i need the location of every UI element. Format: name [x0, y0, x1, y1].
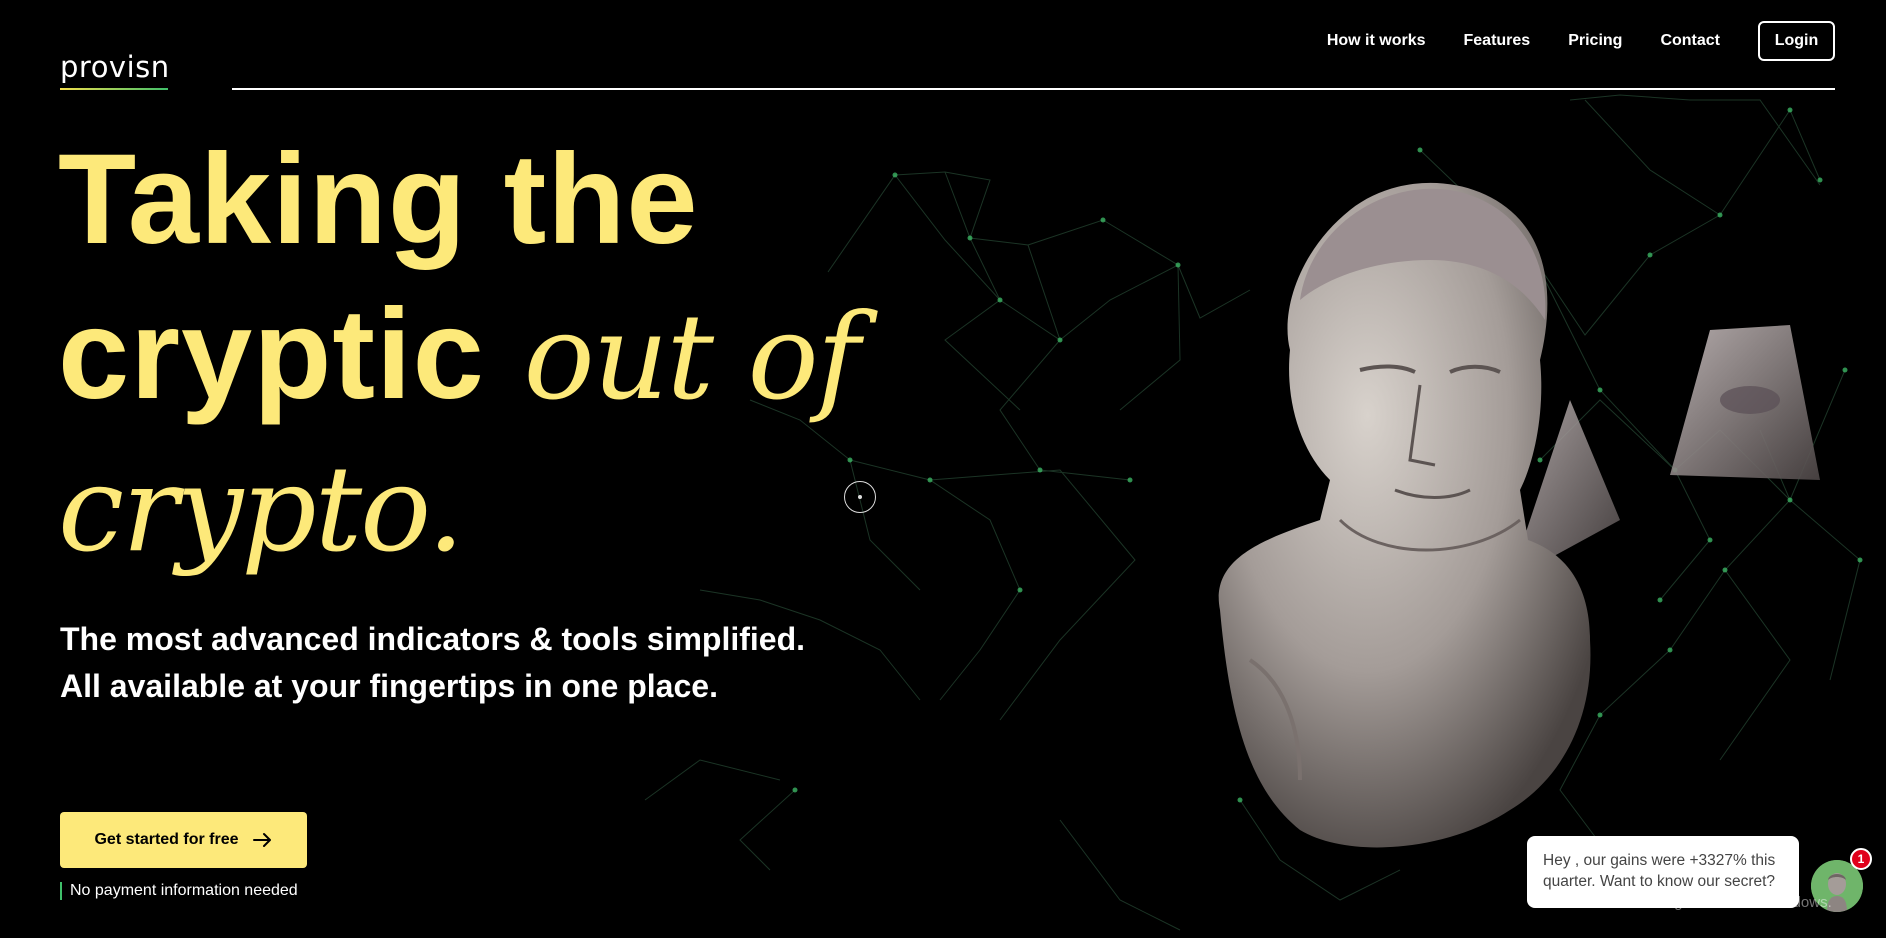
hero-title-line-2: cryptic out of — [58, 277, 861, 432]
get-started-label: Get started for free — [94, 831, 239, 848]
header-divider — [232, 88, 1835, 90]
hero-title-line-3: crypto. — [58, 440, 465, 578]
no-payment-note: No payment information needed — [60, 882, 298, 900]
custom-cursor-icon — [844, 481, 876, 513]
logo-underline — [60, 88, 168, 90]
nav-link-pricing[interactable]: Pricing — [1568, 32, 1622, 50]
brand-logo[interactable]: provisn — [60, 50, 170, 84]
login-button[interactable]: Login — [1758, 21, 1835, 61]
hero-title-out-of: out of — [523, 288, 861, 426]
statue-bust-image — [1218, 182, 1820, 848]
nav-link-contact[interactable]: Contact — [1660, 32, 1720, 50]
main-nav: How it works Features Pricing Contact Lo… — [1327, 21, 1835, 61]
hero-subtitle: The most advanced indicators & tools sim… — [60, 621, 806, 704]
get-started-button[interactable]: Get started for free — [60, 812, 307, 868]
arrow-right-icon — [252, 833, 271, 847]
nav-link-features[interactable]: Features — [1464, 32, 1531, 50]
chat-notification-badge: 1 — [1850, 848, 1872, 870]
hero-title-line-1: Taking the — [58, 128, 699, 271]
hero-title: Taking the cryptic out of crypto. — [58, 122, 861, 587]
nav-link-how-it-works[interactable]: How it works — [1327, 32, 1426, 50]
hero-title-cryptic: cryptic — [58, 283, 485, 426]
windows-activation-watermark: Go to Settings to activate Windows. — [1595, 894, 1832, 911]
